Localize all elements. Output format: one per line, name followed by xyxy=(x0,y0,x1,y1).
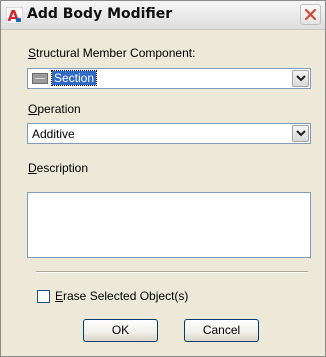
selected-component-value: Section xyxy=(50,70,98,86)
operation-dropdown[interactable]: Additive xyxy=(27,123,311,144)
structural-member-component-label: Structural Member Component: xyxy=(28,46,196,60)
structural-member-component-dropdown[interactable]: Section xyxy=(27,68,311,89)
operation-dropdown-arrow[interactable] xyxy=(292,125,309,142)
close-button[interactable] xyxy=(300,4,321,25)
chevron-down-icon xyxy=(296,130,306,137)
description-textarea[interactable] xyxy=(27,192,311,258)
description-label: Description xyxy=(28,161,89,175)
operation-value: Additive xyxy=(32,127,75,141)
title-bar[interactable]: A Add Body Modifier xyxy=(1,1,325,30)
add-body-modifier-dialog: A Add Body Modifier Structural Member Co… xyxy=(0,0,326,357)
erase-selected-objects-checkbox[interactable] xyxy=(37,290,50,303)
ok-button[interactable]: OK xyxy=(83,319,158,342)
chevron-down-icon xyxy=(296,75,306,82)
separator xyxy=(36,271,308,273)
erase-selected-objects-label[interactable]: Erase Selected Object(s) xyxy=(55,289,188,303)
cancel-button[interactable]: Cancel xyxy=(184,319,259,342)
operation-label: Operation xyxy=(28,102,81,116)
component-dropdown-arrow[interactable] xyxy=(292,70,309,87)
autocad-a-icon: A xyxy=(5,6,24,25)
section-component-icon xyxy=(32,73,48,84)
dialog-title: Add Body Modifier xyxy=(27,6,173,22)
close-x-icon xyxy=(304,8,317,21)
